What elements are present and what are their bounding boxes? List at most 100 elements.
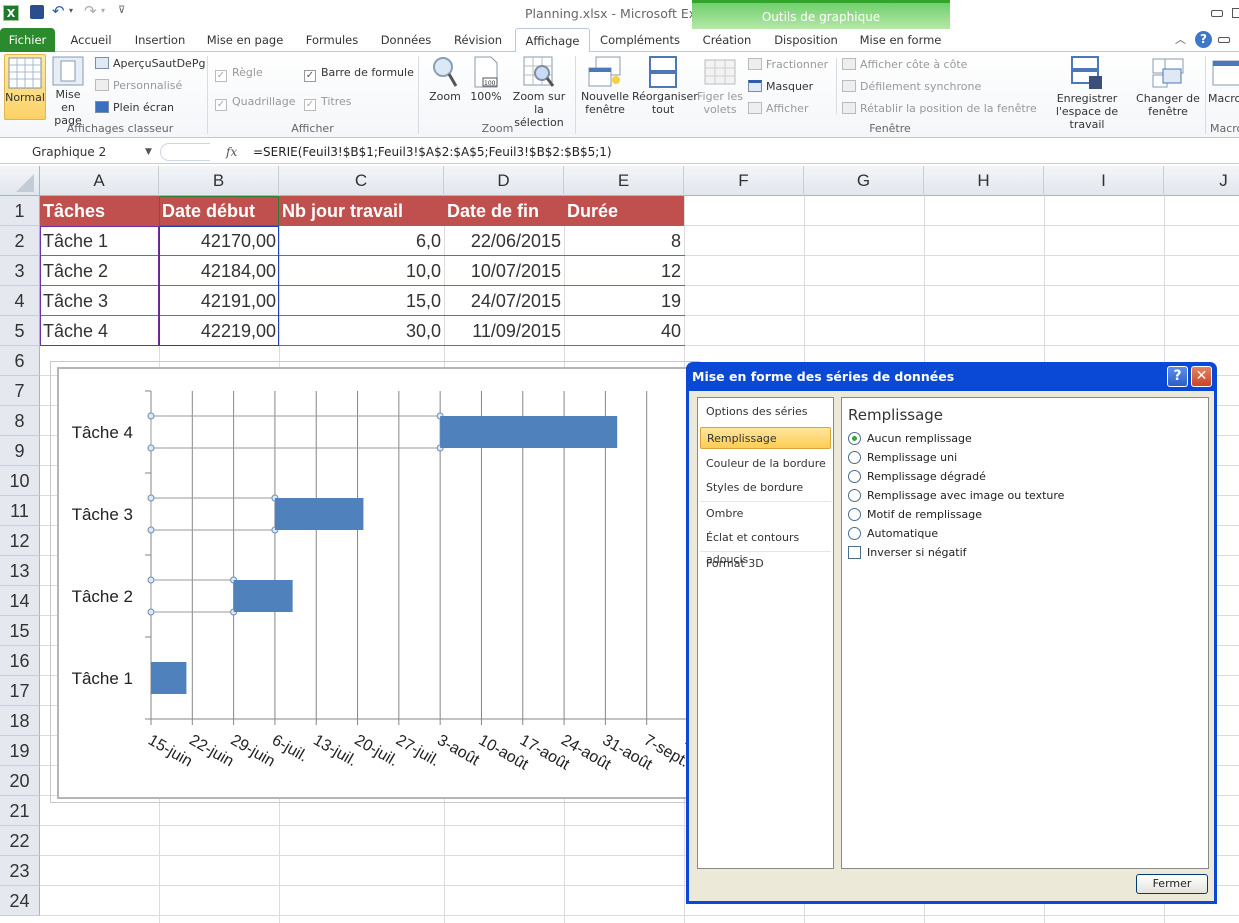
tab-mise-en-page[interactable]: Mise en page: [205, 28, 285, 52]
zoom-selection-button[interactable]: Zoom sur la sélection: [508, 56, 570, 129]
restore-window-icon[interactable]: [1232, 8, 1239, 18]
nav-format-3d[interactable]: Format 3D: [700, 553, 831, 575]
zoom-100-button[interactable]: 100 100%: [467, 56, 505, 103]
column-header-d[interactable]: D: [444, 166, 564, 196]
nav-eclat-contours[interactable]: Éclat et contours adoucis: [700, 527, 831, 566]
header-cell-3[interactable]: Date de fin: [444, 196, 564, 226]
row-header-5[interactable]: 5: [0, 316, 40, 346]
row-header-21[interactable]: 21: [0, 796, 40, 826]
help-icon[interactable]: ?: [1195, 31, 1212, 48]
ruler-checkbox[interactable]: ✓ Règle: [215, 65, 263, 82]
row-header-22[interactable]: 22: [0, 826, 40, 856]
view-side-by-side-button[interactable]: Afficher côte à côte: [842, 57, 967, 73]
column-header-h[interactable]: H: [924, 166, 1044, 196]
column-header-f[interactable]: F: [684, 166, 804, 196]
column-header-e[interactable]: E: [564, 166, 684, 196]
header-cell-2[interactable]: Nb jour travail: [279, 196, 444, 226]
nav-remplissage[interactable]: Remplissage: [700, 427, 831, 449]
option-remplissage-uni[interactable]: Remplissage uni: [848, 450, 957, 466]
row-header-12[interactable]: 12: [0, 526, 40, 556]
tab-disposition[interactable]: Disposition: [770, 28, 842, 52]
table-cell[interactable]: 24/07/2015: [444, 286, 564, 316]
tab-fichier[interactable]: Fichier: [0, 28, 55, 52]
row-header-10[interactable]: 10: [0, 466, 40, 496]
column-header-c[interactable]: C: [279, 166, 444, 196]
fermer-button[interactable]: Fermer: [1136, 874, 1208, 894]
full-screen-button[interactable]: Plein écran: [95, 100, 174, 116]
row-header-17[interactable]: 17: [0, 676, 40, 706]
hide-window-button[interactable]: Masquer: [748, 79, 813, 95]
column-header-i[interactable]: I: [1044, 166, 1164, 196]
tab-affichage[interactable]: Affichage: [515, 28, 590, 53]
row-header-15[interactable]: 15: [0, 616, 40, 646]
gridlines-checkbox[interactable]: ✓ Quadrillage: [215, 94, 296, 111]
table-cell[interactable]: 6,0: [279, 226, 444, 256]
split-button[interactable]: Fractionner: [748, 57, 828, 73]
arrange-all-button[interactable]: Réorganiser tout: [632, 56, 698, 116]
tab-formules[interactable]: Formules: [302, 28, 362, 52]
table-cell[interactable]: 19: [564, 286, 684, 316]
row-header-3[interactable]: 3: [0, 256, 40, 286]
formula-input[interactable]: =SERIE(Feuil3!$B$1;Feuil3!$A$2:$A$5;Feui…: [253, 142, 612, 162]
dialog-help-button[interactable]: ?: [1167, 366, 1188, 387]
row-header-6[interactable]: 6: [0, 346, 40, 376]
tab-complements[interactable]: Compléments: [600, 28, 680, 52]
checkbox-inverser-si-negatif[interactable]: Inverser si négatif: [848, 545, 967, 561]
macros-button[interactable]: Macros: [1208, 56, 1239, 105]
freeze-panes-button[interactable]: Figer les volets: [695, 56, 745, 116]
formula-bar-checkbox[interactable]: ✓ Barre de formule: [304, 65, 414, 82]
unhide-window-button[interactable]: Afficher: [748, 101, 808, 117]
tab-donnees[interactable]: Données: [378, 28, 434, 52]
table-cell[interactable]: 15,0: [279, 286, 444, 316]
table-cell[interactable]: 12: [564, 256, 684, 286]
tab-insertion[interactable]: Insertion: [130, 28, 190, 52]
row-header-7[interactable]: 7: [0, 376, 40, 406]
zoom-button[interactable]: Zoom: [424, 56, 466, 103]
row-header-13[interactable]: 13: [0, 556, 40, 586]
row-header-9[interactable]: 9: [0, 436, 40, 466]
minimize-window-icon[interactable]: [1211, 10, 1223, 17]
gantt-chart[interactable]: 15-juin 22-juin 29-juin 6-juil. 13-juil. 20-j…: [57, 367, 741, 799]
reset-window-position-button[interactable]: Rétablir la position de la fenêtre: [842, 101, 1037, 117]
headings-checkbox[interactable]: ✓ Titres: [304, 94, 352, 111]
table-cell[interactable]: 8: [564, 226, 684, 256]
row-header-8[interactable]: 8: [0, 406, 40, 436]
formula-bar-resize-handle[interactable]: [160, 143, 210, 161]
column-header-a[interactable]: A: [40, 166, 159, 196]
row-header-1[interactable]: 1: [0, 196, 40, 226]
nav-options-series[interactable]: Options des séries: [700, 401, 831, 423]
column-header-b[interactable]: B: [159, 166, 279, 196]
option-image-texture[interactable]: Remplissage avec image ou texture: [848, 488, 1064, 504]
select-all-button[interactable]: [0, 166, 40, 196]
normal-view-button[interactable]: Normal: [4, 54, 46, 120]
minimize-ribbon-icon[interactable]: ︿: [1175, 31, 1186, 47]
nav-couleur-bordure[interactable]: Couleur de la bordure: [700, 453, 831, 475]
row-header-20[interactable]: 20: [0, 766, 40, 796]
save-workspace-button[interactable]: Enregistrer l'espace de travail: [1038, 56, 1136, 131]
tab-creation[interactable]: Création: [698, 28, 756, 52]
new-window-button[interactable]: Nouvelle fenêtre: [580, 56, 630, 116]
synchronous-scrolling-button[interactable]: Défilement synchrone: [842, 79, 981, 95]
switch-windows-button[interactable]: Changer de fenêtre: [1136, 56, 1200, 118]
name-box[interactable]: Graphique 2: [2, 142, 158, 162]
row-header-11[interactable]: 11: [0, 496, 40, 526]
dialog-close-x-button[interactable]: ✕: [1191, 366, 1212, 387]
table-cell[interactable]: 10/07/2015: [444, 256, 564, 286]
option-automatique[interactable]: Automatique: [848, 526, 938, 542]
custom-views-button[interactable]: Personnalisé: [95, 78, 182, 94]
row-header-14[interactable]: 14: [0, 586, 40, 616]
row-header-18[interactable]: 18: [0, 706, 40, 736]
row-header-19[interactable]: 19: [0, 736, 40, 766]
table-cell[interactable]: 40: [564, 316, 684, 346]
minimize-workbook-icon[interactable]: [1218, 37, 1230, 43]
tab-revision[interactable]: Révision: [450, 28, 506, 52]
table-cell[interactable]: 10,0: [279, 256, 444, 286]
option-aucun-remplissage[interactable]: Aucun remplissage: [848, 431, 972, 447]
option-remplissage-degrade[interactable]: Remplissage dégradé: [848, 469, 986, 485]
insert-function-icon[interactable]: fx: [226, 142, 237, 162]
table-cell[interactable]: 22/06/2015: [444, 226, 564, 256]
option-motif-remplissage[interactable]: Motif de remplissage: [848, 507, 982, 523]
name-box-dropdown-icon[interactable]: ▼: [145, 142, 152, 162]
header-cell-0[interactable]: Tâches: [40, 196, 159, 226]
row-header-24[interactable]: 24: [0, 886, 40, 916]
